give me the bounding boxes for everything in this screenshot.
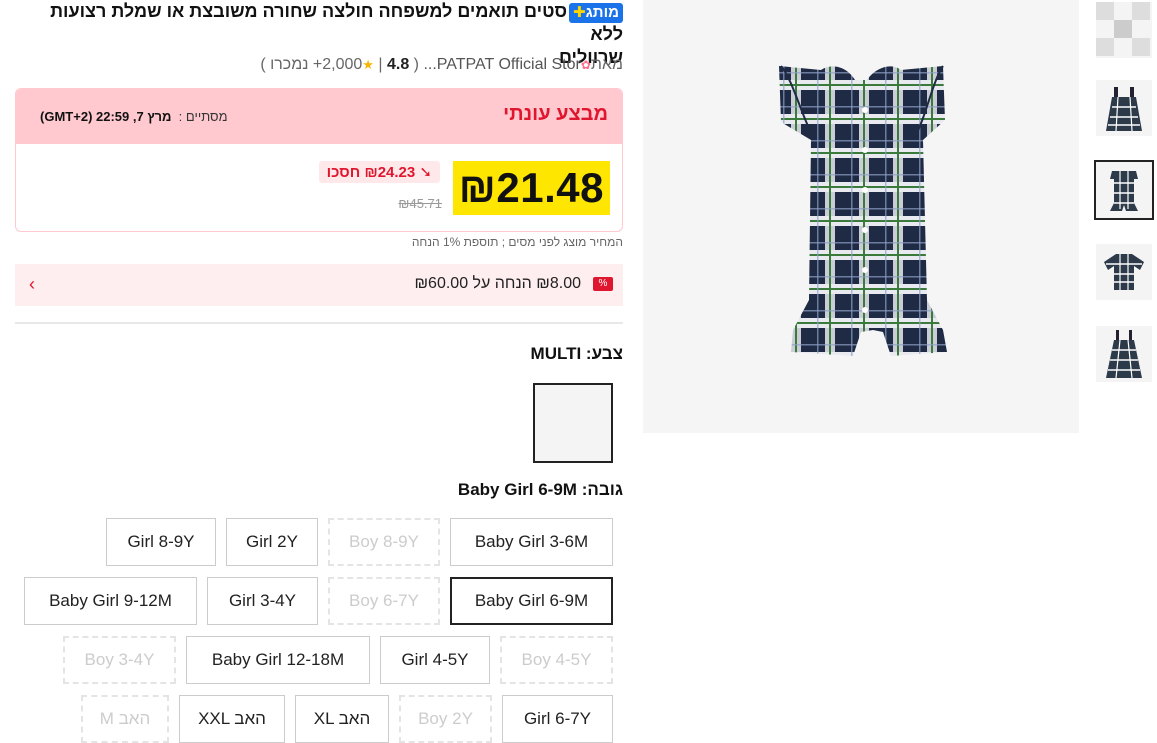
store-by-label: מאת — [590, 56, 623, 73]
plaid-long-dress-icon — [1106, 330, 1142, 379]
store-rating: 4.8 — [386, 56, 410, 73]
store-logo-icon: ✿ — [580, 58, 591, 72]
thumbnail-placeholder-icon — [1096, 2, 1150, 56]
coupon-percent-icon: % — [593, 277, 613, 291]
size-option[interactable]: Girl 4-5Y — [380, 636, 490, 684]
deal-ends-value: מרץ 7, 22:59 (GMT+2) — [40, 109, 172, 124]
size-option-disabled[interactable]: Boy 8-9Y — [328, 518, 440, 566]
chevron-left-icon[interactable]: ‹ — [29, 274, 35, 295]
deal-box: מבצע עונתי מסתיים : מרץ 7, 22:59 (GMT+2)… — [15, 88, 623, 232]
size-option-selected[interactable]: Baby Girl 6-9M — [450, 577, 613, 625]
coupon-text: ₪8.00 הנחה על ₪60.00 — [414, 275, 581, 292]
current-price: ₪21.48 — [452, 161, 610, 215]
size-option[interactable]: Girl 2Y — [226, 518, 318, 566]
deal-name: מבצע עונתי — [503, 103, 608, 125]
thumbnail-1[interactable] — [1096, 2, 1152, 58]
plus-icon: ✚ — [573, 4, 586, 21]
thumbnail-5[interactable] — [1096, 326, 1152, 382]
size-option-disabled[interactable]: M האב — [81, 695, 169, 743]
tax-note: המחיר מוצג לפני מסים ; תוספת 1% הנחה — [411, 235, 623, 249]
coupon-banner[interactable]: % ₪8.00 הנחה על ₪60.00 ‹ — [15, 264, 623, 306]
size-option[interactable]: XL האב — [295, 695, 389, 743]
original-price: ₪45.71 — [398, 196, 442, 211]
store-name-link[interactable]: PATPAT Official Stor... — [423, 56, 580, 73]
thumbnail-3-selected[interactable] — [1094, 160, 1154, 220]
size-option-disabled[interactable]: Boy 2Y — [399, 695, 492, 743]
store-info: מאת✿PATPAT Official Stor... ( 2,000★ | 4… — [260, 56, 623, 73]
main-product-image[interactable] — [643, 0, 1079, 433]
plaid-shirt-icon — [1104, 254, 1144, 290]
size-option-disabled[interactable]: Boy 6-7Y — [328, 577, 440, 625]
size-label: גובה: Baby Girl 6-9M — [457, 480, 623, 499]
size-option[interactable]: Baby Girl 12-18M — [186, 636, 370, 684]
title-line-1: סטים תואמים למשפחה חולצה שחורה משובצת או… — [50, 1, 623, 44]
store-sold: + נמכרו ) — [260, 56, 323, 73]
size-option-disabled[interactable]: Boy 3-4Y — [63, 636, 176, 684]
size-option[interactable]: Girl 8-9Y — [106, 518, 216, 566]
size-option[interactable]: Girl 3-4Y — [207, 577, 318, 625]
deal-ends-label: מסתיים : — [178, 109, 228, 124]
thumbnail-2[interactable] — [1096, 80, 1152, 136]
size-option[interactable]: Girl 6-7Y — [502, 695, 613, 743]
color-swatch-multi[interactable] — [533, 383, 613, 463]
savings-badge: ➘ ₪24.23 חסכו — [318, 161, 440, 183]
star-icon: ★ — [362, 57, 374, 72]
deal-header: מבצע עונתי מסתיים : מרץ 7, 22:59 (GMT+2) — [16, 89, 622, 144]
plaid-romper-image-icon — [779, 65, 947, 356]
thumbnail-4[interactable] — [1096, 244, 1152, 300]
plaid-dress-icon — [1106, 87, 1142, 132]
plaid-romper-icon — [1110, 171, 1138, 211]
size-option[interactable]: Baby Girl 9-12M — [24, 577, 197, 625]
size-option-disabled[interactable]: Boy 4-5Y — [500, 636, 613, 684]
size-option[interactable]: Baby Girl 3-6M — [450, 518, 613, 566]
color-label: צבע: MULTI — [530, 344, 623, 363]
size-option[interactable]: XXL האב — [179, 695, 285, 743]
divider — [15, 322, 623, 324]
deal-end-time: מסתיים : מרץ 7, 22:59 (GMT+2) — [40, 109, 228, 124]
brand-badge[interactable]: מותג✚ — [569, 3, 623, 23]
arrow-down-icon: ➘ — [419, 164, 432, 181]
